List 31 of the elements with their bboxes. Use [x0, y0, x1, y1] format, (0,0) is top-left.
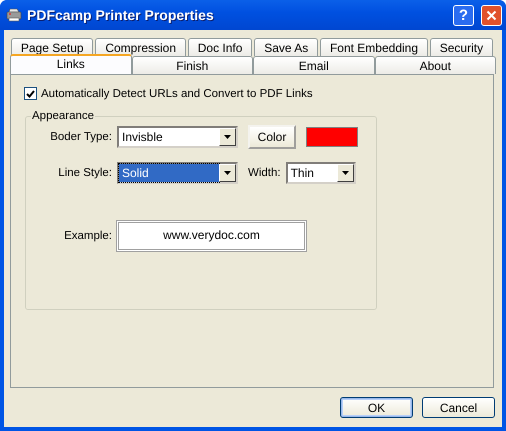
field-label: Width: [248, 167, 281, 179]
tab[interactable]: Compression [95, 38, 186, 56]
dialog-button[interactable]: Cancel [422, 397, 495, 418]
tab[interactable]: Security [430, 38, 493, 56]
tab[interactable]: Font Embedding [320, 38, 428, 56]
caret-icon [224, 135, 231, 139]
close-button[interactable] [481, 4, 502, 26]
field-label: Line Style: [57, 167, 112, 179]
caret-icon [224, 171, 231, 175]
group-title: Appearance [31, 110, 96, 122]
dialog-button[interactable]: OK [340, 397, 413, 418]
tab[interactable]: Email [253, 56, 374, 74]
checkbox[interactable] [24, 87, 37, 100]
caret-icon [342, 171, 349, 175]
close-icon [486, 10, 497, 20]
tab[interactable]: Links [10, 54, 132, 74]
tab[interactable]: About [374, 56, 496, 74]
window-title: PDFcamp Printer Properties [27, 7, 215, 23]
dropdown[interactable]: Invisble [117, 126, 238, 148]
help-button[interactable]: ? [453, 4, 474, 26]
printer-icon [6, 8, 22, 22]
checkbox-label: Automatically Detect URLs and Convert to PDF Links [41, 88, 313, 100]
tab[interactable]: Doc Info [188, 38, 252, 56]
field-label: Example: [63, 230, 112, 242]
dropdown[interactable]: Solid [117, 162, 238, 184]
dropdown[interactable]: Thin [286, 162, 356, 184]
field-label: Boder Type: [49, 131, 112, 143]
example-preview: www.verydoc.com [116, 220, 307, 252]
tab[interactable]: Finish [132, 56, 253, 74]
color-button[interactable]: Color [248, 125, 296, 149]
tab[interactable]: Save As [254, 38, 318, 56]
